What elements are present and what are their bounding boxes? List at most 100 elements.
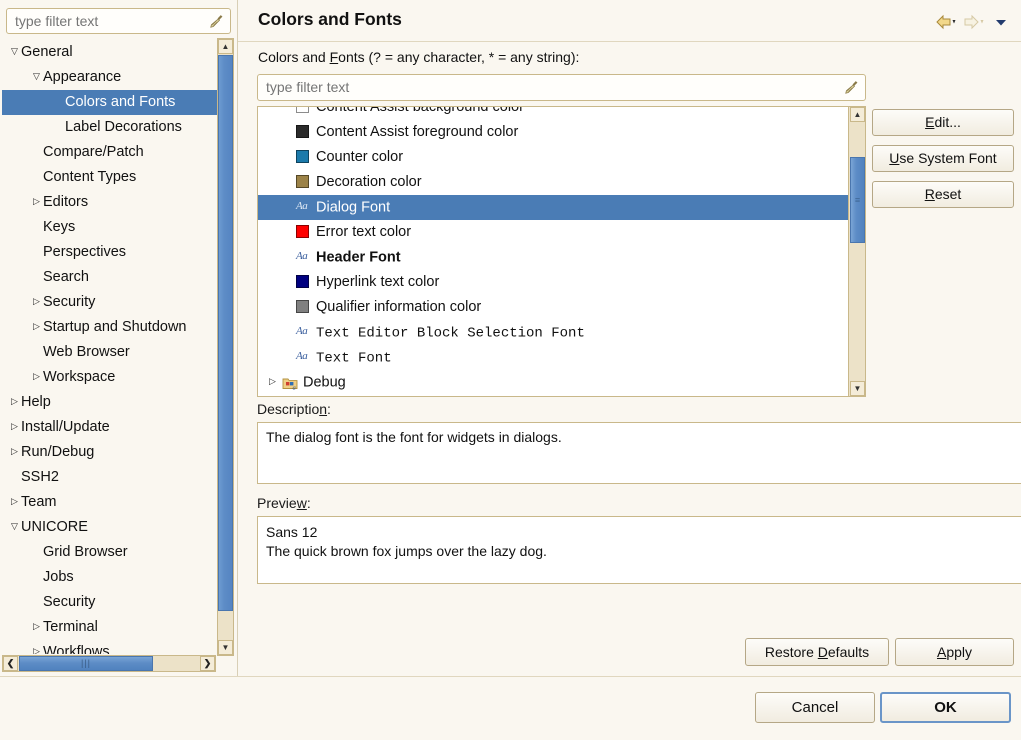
sidebar-item-jobs[interactable]: Jobs	[2, 565, 234, 590]
sidebar-item-unicore[interactable]: ▽ UNICORE	[2, 515, 234, 540]
sidebar-item-label: Security	[43, 594, 96, 610]
tree-horizontal-scrollbar[interactable]: ❮ ||| ❯	[2, 655, 216, 672]
main-filter-field[interactable]	[257, 74, 866, 101]
reset-button[interactable]: Reset	[872, 181, 1014, 208]
sidebar-item-label: Terminal	[43, 619, 98, 635]
list-item[interactable]: Qualifier information color	[258, 295, 848, 320]
sidebar-item-label: Grid Browser	[43, 544, 128, 560]
sidebar-item-workspace[interactable]: ▷ Workspace	[2, 365, 234, 390]
preferences-tree[interactable]: ▽ General ▽ Appearance Colors and Fonts Label…	[2, 40, 234, 654]
broom-icon[interactable]	[208, 13, 225, 30]
list-scroll-down-button[interactable]: ▼	[850, 381, 865, 396]
list-item[interactable]: ▷ a Debug	[258, 370, 848, 395]
tree-scroll-right-button[interactable]: ❯	[200, 656, 215, 671]
list-item[interactable]: Hyperlink text color	[258, 270, 848, 295]
list-item-label: Hyperlink text color	[316, 274, 440, 290]
list-item[interactable]: Content Assist background color	[258, 107, 848, 120]
list-item[interactable]: Aa Header Font	[258, 245, 848, 270]
font-sample-icon: Aa	[296, 325, 308, 337]
sidebar-item-label: Run/Debug	[21, 444, 95, 460]
broom-icon[interactable]	[843, 79, 860, 96]
colors-and-fonts-list[interactable]: Content Assist background color Content A…	[257, 106, 866, 397]
list-item[interactable]: Aa Text Editor Block Selection Font	[258, 320, 848, 345]
sidebar-item-workflows[interactable]: ▷ Workflows	[2, 640, 234, 654]
sidebar-item-colors-and-fonts[interactable]: Colors and Fonts	[2, 90, 234, 115]
twisty-collapsed-icon[interactable]: ▷	[8, 414, 21, 439]
twisty-collapsed-icon[interactable]: ▷	[8, 389, 21, 414]
list-scroll-thumb[interactable]: ≡	[850, 157, 865, 243]
header-divider	[238, 41, 1021, 42]
sidebar-item-grid-browser[interactable]: Grid Browser	[2, 540, 234, 565]
twisty-collapsed-icon[interactable]: ▷	[30, 364, 43, 389]
sidebar-item-label: SSH2	[21, 469, 59, 485]
sidebar-item-content-types[interactable]: Content Types	[2, 165, 234, 190]
sidebar-item-startup-and-shutdown[interactable]: ▷ Startup and Shutdown	[2, 315, 234, 340]
sidebar-item-label: Appearance	[43, 69, 122, 85]
twisty-collapsed-icon[interactable]: ▷	[30, 314, 43, 339]
main-filter-input[interactable]	[266, 79, 826, 95]
list-item-label: Content Assist foreground color	[316, 124, 519, 140]
sidebar-item-label: General	[21, 44, 73, 60]
use-system-font-button[interactable]: Use System Font	[872, 145, 1014, 172]
font-sample-icon: Aa	[296, 250, 308, 262]
sidebar-item-team[interactable]: ▷ Team	[2, 490, 234, 515]
list-item[interactable]: Decoration color	[258, 170, 848, 195]
twisty-collapsed-icon[interactable]: ▷	[8, 439, 21, 464]
sidebar-item-label-decorations[interactable]: Label Decorations	[2, 115, 234, 140]
sidebar-item-security[interactable]: ▷ Security	[2, 290, 234, 315]
sidebar-item-label: Startup and Shutdown	[43, 319, 187, 335]
sidebar-item-run-debug[interactable]: ▷ Run/Debug	[2, 440, 234, 465]
twisty-collapsed-icon[interactable]: ▷	[30, 289, 43, 314]
color-swatch	[296, 124, 309, 138]
list-item-label: Counter color	[316, 149, 404, 165]
sidebar-item-security[interactable]: Security	[2, 590, 234, 615]
forward-arrow-icon	[964, 14, 985, 33]
list-item-label: Text Font	[316, 350, 392, 367]
list-item-label: Text Editor Block Selection Font	[316, 325, 585, 342]
back-arrow-icon[interactable]	[936, 14, 957, 33]
tree-scroll-up-button[interactable]: ▲	[218, 39, 233, 54]
sidebar-item-label: Workflows	[43, 644, 110, 654]
list-scroll-up-button[interactable]: ▲	[850, 107, 865, 122]
twisty-collapsed-icon[interactable]: ▷	[30, 614, 43, 639]
sidebar-filter-input[interactable]	[15, 13, 200, 29]
sidebar-item-terminal[interactable]: ▷ Terminal	[2, 615, 234, 640]
twisty-expanded-icon[interactable]: ▽	[30, 64, 43, 89]
tree-vertical-scrollbar[interactable]: ▲ ▼	[217, 38, 234, 656]
sidebar-item-help[interactable]: ▷ Help	[2, 390, 234, 415]
ok-button[interactable]: OK	[880, 692, 1011, 723]
list-vertical-scrollbar[interactable]: ▲ ≡ ▼	[848, 107, 865, 396]
sidebar-item-general[interactable]: ▽ General	[2, 40, 234, 65]
tree-scroll-down-button[interactable]: ▼	[218, 640, 233, 655]
sidebar-item-install-update[interactable]: ▷ Install/Update	[2, 415, 234, 440]
sidebar-item-compare-patch[interactable]: Compare/Patch	[2, 140, 234, 165]
list-item[interactable]: Aa Text Font	[258, 345, 848, 370]
list-item[interactable]: Error text color	[258, 220, 848, 245]
list-item[interactable]: Content Assist foreground color	[258, 120, 848, 145]
sidebar-item-ssh2[interactable]: SSH2	[2, 465, 234, 490]
tree-scroll-thumb[interactable]	[218, 55, 233, 611]
twisty-collapsed-icon[interactable]: ▷	[8, 489, 21, 514]
twisty-expanded-icon[interactable]: ▽	[8, 40, 21, 64]
twisty-expanded-icon[interactable]: ▽	[8, 514, 21, 539]
list-item[interactable]: Aa Dialog Font	[258, 195, 848, 220]
twisty-collapsed-icon[interactable]: ▷	[30, 639, 43, 654]
tree-hscroll-thumb[interactable]: |||	[19, 656, 153, 671]
cancel-button[interactable]: Cancel	[755, 692, 875, 723]
tree-scroll-left-button[interactable]: ❮	[3, 656, 18, 671]
list-item[interactable]: Counter color	[258, 145, 848, 170]
sidebar-item-web-browser[interactable]: Web Browser	[2, 340, 234, 365]
list-item-label: Dialog Font	[316, 199, 391, 216]
sidebar-item-keys[interactable]: Keys	[2, 215, 234, 240]
chevron-down-icon[interactable]	[993, 14, 1009, 33]
sidebar-item-appearance[interactable]: ▽ Appearance	[2, 65, 234, 90]
apply-button[interactable]: Apply	[895, 638, 1014, 666]
sidebar-item-editors[interactable]: ▷ Editors	[2, 190, 234, 215]
twisty-collapsed-icon[interactable]: ▷	[30, 189, 43, 214]
sidebar-item-perspectives[interactable]: Perspectives	[2, 240, 234, 265]
twisty-collapsed-icon[interactable]: ▷	[266, 369, 279, 394]
sidebar-filter-field[interactable]	[6, 8, 231, 34]
sidebar-item-search[interactable]: Search	[2, 265, 234, 290]
edit-button[interactable]: Edit...	[872, 109, 1014, 136]
restore-defaults-button[interactable]: Restore Defaults	[745, 638, 889, 666]
